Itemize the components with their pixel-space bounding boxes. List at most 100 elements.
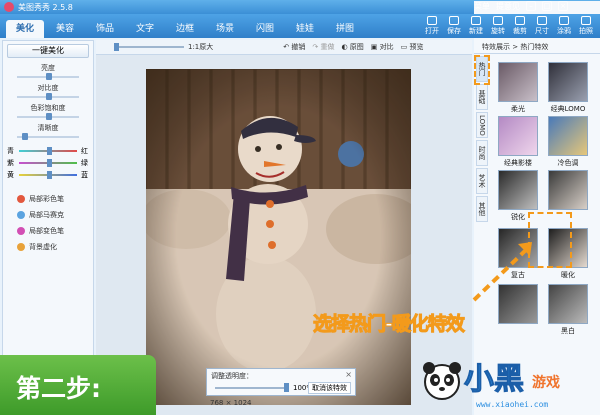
effect-label: 经典影楼 [504,159,532,167]
save-button[interactable]: 保存 [444,14,464,38]
compare-button[interactable]: ▣ 对比 [371,42,394,52]
preview-button[interactable]: ▭ 预览 [401,42,424,52]
background-blur-button[interactable]: 背景虚化 [3,239,93,255]
effect-thumb[interactable] [498,62,538,102]
slider-handle[interactable] [114,43,119,51]
effect-label: 冷色调 [557,159,579,167]
image-size-status: 768 × 1024 [210,399,252,407]
brand-url: www.xiaohei.com [476,400,549,409]
effect-thumb[interactable] [548,170,588,210]
blur-icon [17,243,25,251]
effect-label: 柔光 [511,105,525,113]
tab-lomo-effects[interactable]: LOMO [476,112,488,138]
title-bar: 美图秀秀 2.5.8 菜单 提意见 – □ × [0,0,600,376]
camera-button[interactable]: 拍照 [576,14,596,38]
tab-collage[interactable]: 拼图 [326,20,364,38]
resize-button[interactable]: 尺寸 [532,14,552,38]
magenta-green-slider[interactable]: 紫 绿 [3,157,93,169]
redo-button[interactable]: ↷ 重做 [312,42,334,52]
effect-label: 黑白 [561,327,575,335]
saturation-label: 色彩饱和度 [30,104,66,112]
mosaic-icon [17,211,25,219]
hot-tab-highlight [474,55,490,85]
tab-scene[interactable]: 场景 [206,20,244,38]
effect-thumb[interactable] [498,116,538,156]
dialog-close-icon[interactable]: × [345,370,352,379]
new-icon [471,16,481,25]
slider-handle[interactable] [21,133,28,140]
resize-icon [537,16,547,25]
slider-handle[interactable] [45,73,52,80]
basic-sliders: 亮度 对比度 色彩饱和度 清晰度 [3,61,93,145]
photo-canvas[interactable] [146,69,411,405]
one-click-beautify-button[interactable]: 一键美化 [7,44,89,58]
partial-mosaic-button[interactable]: 局部马赛克 [3,207,93,223]
sharpness-slider[interactable] [17,133,79,140]
undo-button[interactable]: ↶ 撤销 [283,42,305,52]
slider-handle[interactable] [284,383,289,392]
camera-icon [581,16,591,25]
cyan-red-slider[interactable]: 青 红 [3,145,93,157]
crop-icon [515,16,525,25]
saturation-slider[interactable] [17,113,79,120]
brand-watermark: 小黑 游戏 www.xiaohei.com [414,350,600,415]
effect-thumb[interactable] [548,116,588,156]
tab-frame[interactable]: 边框 [166,20,204,38]
tab-beautify[interactable]: 美化 [6,20,44,38]
slider-handle[interactable] [45,93,52,100]
brand-sub: 游戏 [532,375,560,391]
doodle-button[interactable]: 涂鸦 [554,14,574,38]
brightness-slider[interactable] [17,73,79,80]
effect-thumb[interactable] [498,170,538,210]
partial-color-brush-button[interactable]: 局部彩色笔 [3,191,93,207]
crop-button[interactable]: 裁剪 [510,14,530,38]
close-icon[interactable]: × [558,1,568,11]
brand-name: 小黑 [464,362,525,398]
maximize-icon[interactable]: □ [542,1,552,11]
step-badge: 第二步: [0,355,156,415]
rotate-icon [493,16,503,25]
slider-handle[interactable] [46,171,52,179]
tab-other-effects[interactable]: 其他 [476,196,488,222]
folder-icon [427,16,437,25]
effects-breadcrumb: 特效展示 > 热门特效 [474,40,600,54]
tab-doll[interactable]: 娃娃 [286,20,324,38]
zoom-slider[interactable] [114,43,184,51]
slider-handle[interactable] [46,159,52,167]
top-toolbar: 打开 保存 新建 旋转 裁剪 尺寸 涂鸦 拍照 [422,14,596,38]
contrast-label: 对比度 [37,84,59,92]
canvas-toolbar: 1:1原大 ↶ 撤销 ↷ 重做 ◐ 原图 ▣ 对比 ▭ 预览 [96,40,472,55]
opacity-slider[interactable] [215,387,287,389]
tab-fashion-effects[interactable]: 时尚 [476,140,488,166]
effect-thumb[interactable] [548,284,588,324]
snowman-photo [146,69,411,405]
recolor-brush-icon [17,227,25,235]
original-button[interactable]: ◐ 原图 [341,42,363,52]
color-brush-icon [17,195,25,203]
save-icon [449,16,459,25]
app-window: 美图秀秀 2.5.8 菜单 提意见 – □ × 美化 美容 饰品 文字 边框 场… [0,0,600,415]
cancel-effect-button[interactable]: 取消该特效 [308,382,351,394]
actual-size-button[interactable]: 1:1原大 [188,42,213,52]
tab-art-effects[interactable]: 艺术 [476,168,488,194]
effect-thumb[interactable] [548,62,588,102]
arrow-icon [472,242,532,302]
yellow-blue-slider[interactable]: 黄 蓝 [3,169,93,181]
tab-accessories[interactable]: 饰品 [86,20,124,38]
tab-text[interactable]: 文字 [126,20,164,38]
new-button[interactable]: 新建 [466,14,486,38]
open-button[interactable]: 打开 [422,14,442,38]
contrast-slider[interactable] [17,93,79,100]
partial-recolor-brush-button[interactable]: 局部变色笔 [3,223,93,239]
app-title: 美图秀秀 2.5.8 [18,2,73,12]
slider-handle[interactable] [45,113,52,120]
slider-handle[interactable] [46,147,52,155]
opacity-title: 调整透明度： [211,372,253,380]
tab-flash[interactable]: 闪图 [246,20,284,38]
tab-basic-effects[interactable]: 基础 [476,84,488,110]
brightness-label: 亮度 [41,64,55,72]
brush-icon [559,16,569,25]
minimize-icon[interactable]: – [526,1,536,11]
tab-face[interactable]: 美容 [46,20,84,38]
rotate-button[interactable]: 旋转 [488,14,508,38]
